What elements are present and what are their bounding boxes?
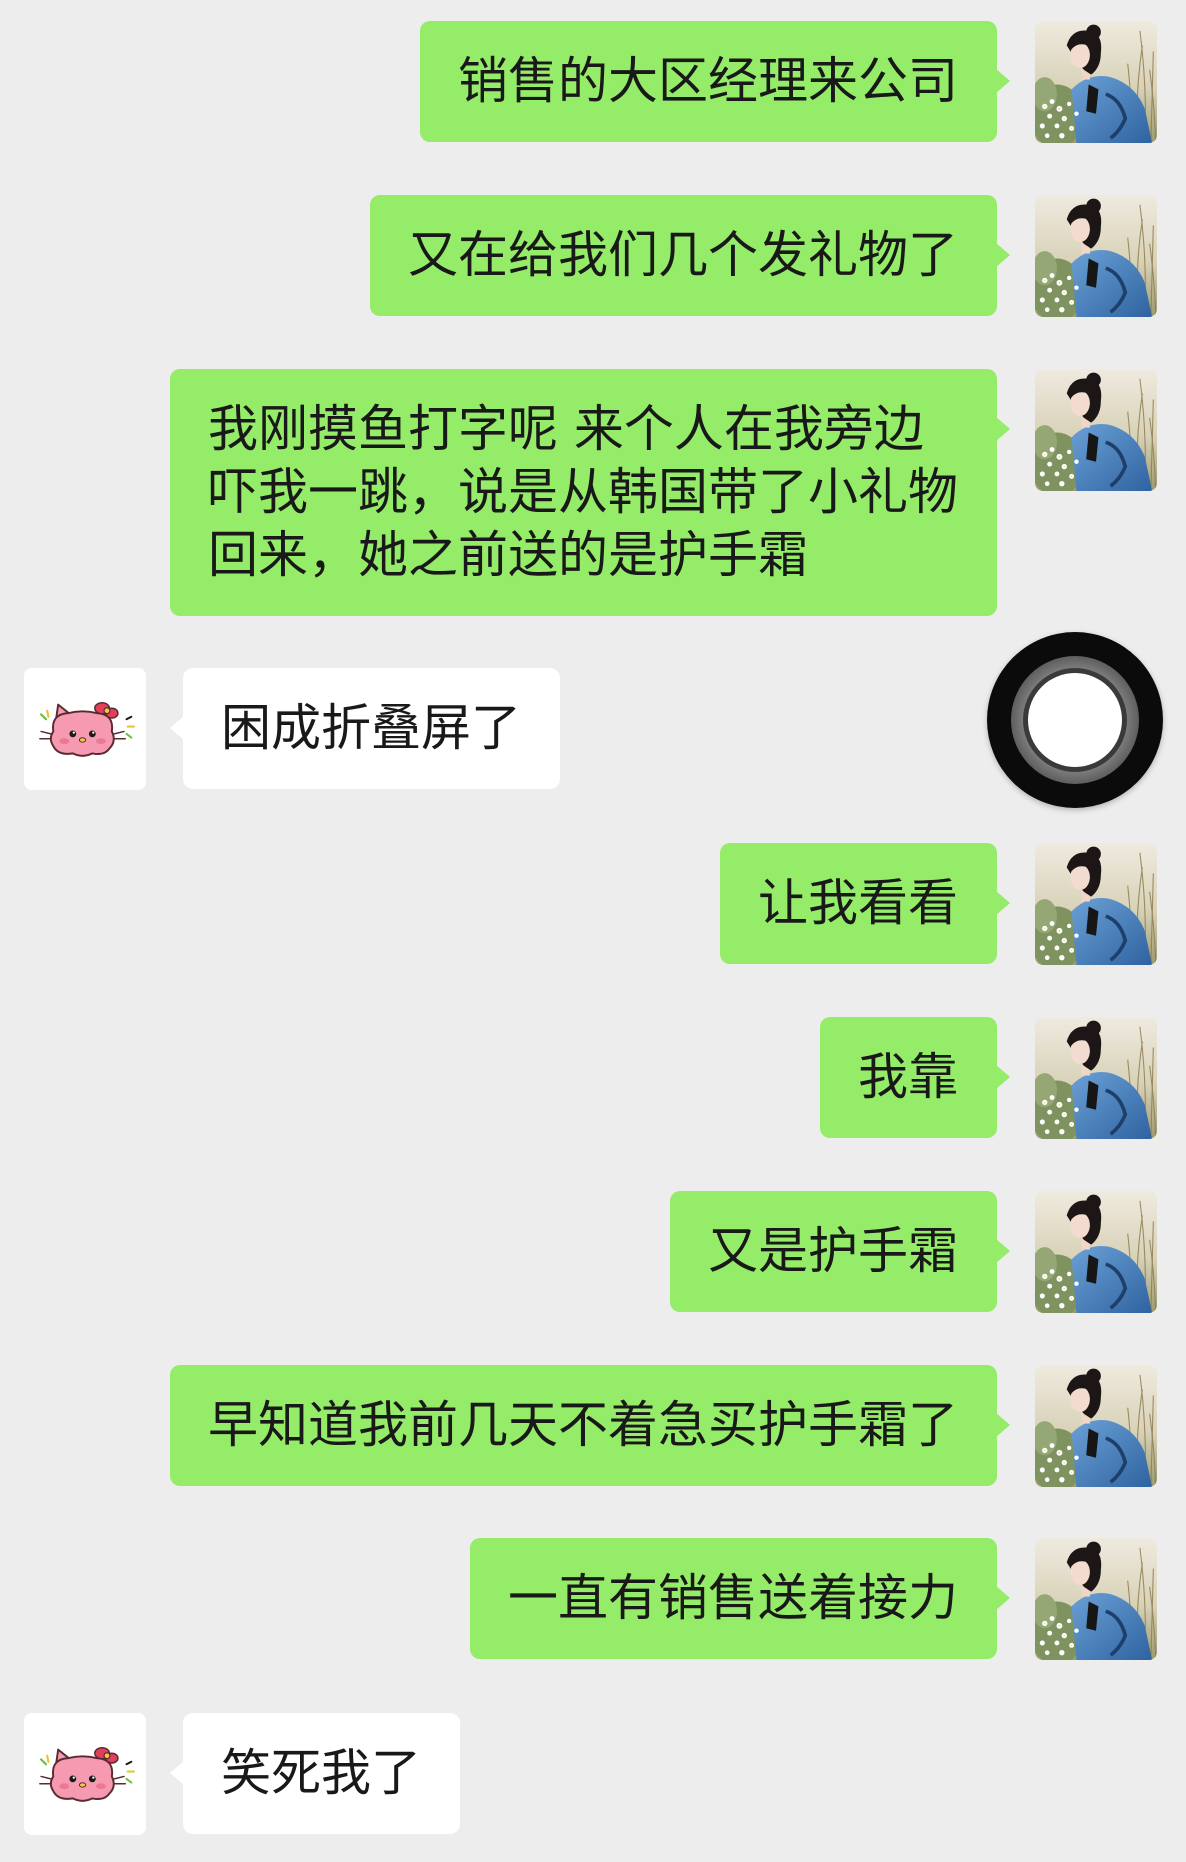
avatar-contact[interactable] (24, 668, 146, 790)
avatar-photo-icon (1035, 1017, 1157, 1139)
avatar-photo-icon (1035, 1365, 1157, 1487)
avatar-self[interactable] (1035, 1365, 1157, 1487)
avatar-self[interactable] (1035, 1538, 1157, 1660)
avatar-self[interactable] (1035, 1191, 1157, 1313)
message-bubble-outgoing[interactable]: 又在给我们几个发礼物了 (370, 195, 1010, 316)
message-bubble-outgoing[interactable]: 我靠 (820, 1017, 1010, 1138)
message-bubble-outgoing[interactable]: 让我看看 (720, 843, 1010, 964)
message-bubble-outgoing[interactable]: 又是护手霜 (670, 1191, 1010, 1312)
avatar-contact[interactable] (24, 1713, 146, 1835)
avatar-photo-icon (1035, 195, 1157, 317)
message-bubble-outgoing[interactable]: 一直有销售送着接力 (470, 1538, 1010, 1659)
message-bubble-outgoing[interactable]: 早知道我前几天不着急买护手霜了 (170, 1365, 1010, 1486)
message-text: 又在给我们几个发礼物了 (408, 226, 958, 284)
avatar-photo-icon (1035, 843, 1157, 965)
message-bubble-incoming[interactable]: 困成折叠屏了 (170, 668, 560, 789)
message-text: 让我看看 (758, 874, 958, 932)
avatar-photo-icon (1035, 1538, 1157, 1660)
message-text: 销售的大区经理来公司 (458, 52, 958, 110)
message-bubble-incoming[interactable]: 笑死我了 (170, 1713, 460, 1834)
message-text: 我靠 (858, 1048, 958, 1106)
assistive-touch-button[interactable] (987, 632, 1163, 808)
avatar-self[interactable] (1035, 1017, 1157, 1139)
message-text: 早知道我前几天不着急买护手霜了 (208, 1396, 958, 1454)
assistive-touch-icon (989, 634, 1161, 806)
pink-kitty-icon (24, 1713, 146, 1835)
avatar-self[interactable] (1035, 369, 1157, 491)
message-text-line: 吓我一跳，说是从韩国带了小礼物 (208, 463, 958, 521)
pink-kitty-icon (24, 668, 146, 790)
message-text-line: 我刚摸鱼打字呢 来个人在我旁边 (208, 400, 924, 458)
message-bubble-outgoing[interactable]: 销售的大区经理来公司 (420, 21, 1010, 142)
message-text: 又是护手霜 (708, 1222, 958, 1280)
message-text: 笑死我了 (221, 1744, 421, 1802)
avatar-photo-icon (1035, 1191, 1157, 1313)
message-text-line: 回来，她之前送的是护手霜 (208, 526, 808, 584)
avatar-self[interactable] (1035, 843, 1157, 965)
message-text: 困成折叠屏了 (221, 699, 521, 757)
message-text: 一直有销售送着接力 (508, 1569, 958, 1627)
avatar-photo-icon (1035, 21, 1157, 143)
avatar-self[interactable] (1035, 21, 1157, 143)
avatar-photo-icon (1035, 369, 1157, 491)
avatar-self[interactable] (1035, 195, 1157, 317)
chat-screen: 销售的大区经理来公司 又在给我们几个发礼物了 我刚摸鱼打字呢 来个人在我旁边 吓… (0, 0, 1186, 1862)
message-bubble-outgoing[interactable]: 我刚摸鱼打字呢 来个人在我旁边 吓我一跳，说是从韩国带了小礼物 回来，她之前送的… (170, 369, 1010, 616)
